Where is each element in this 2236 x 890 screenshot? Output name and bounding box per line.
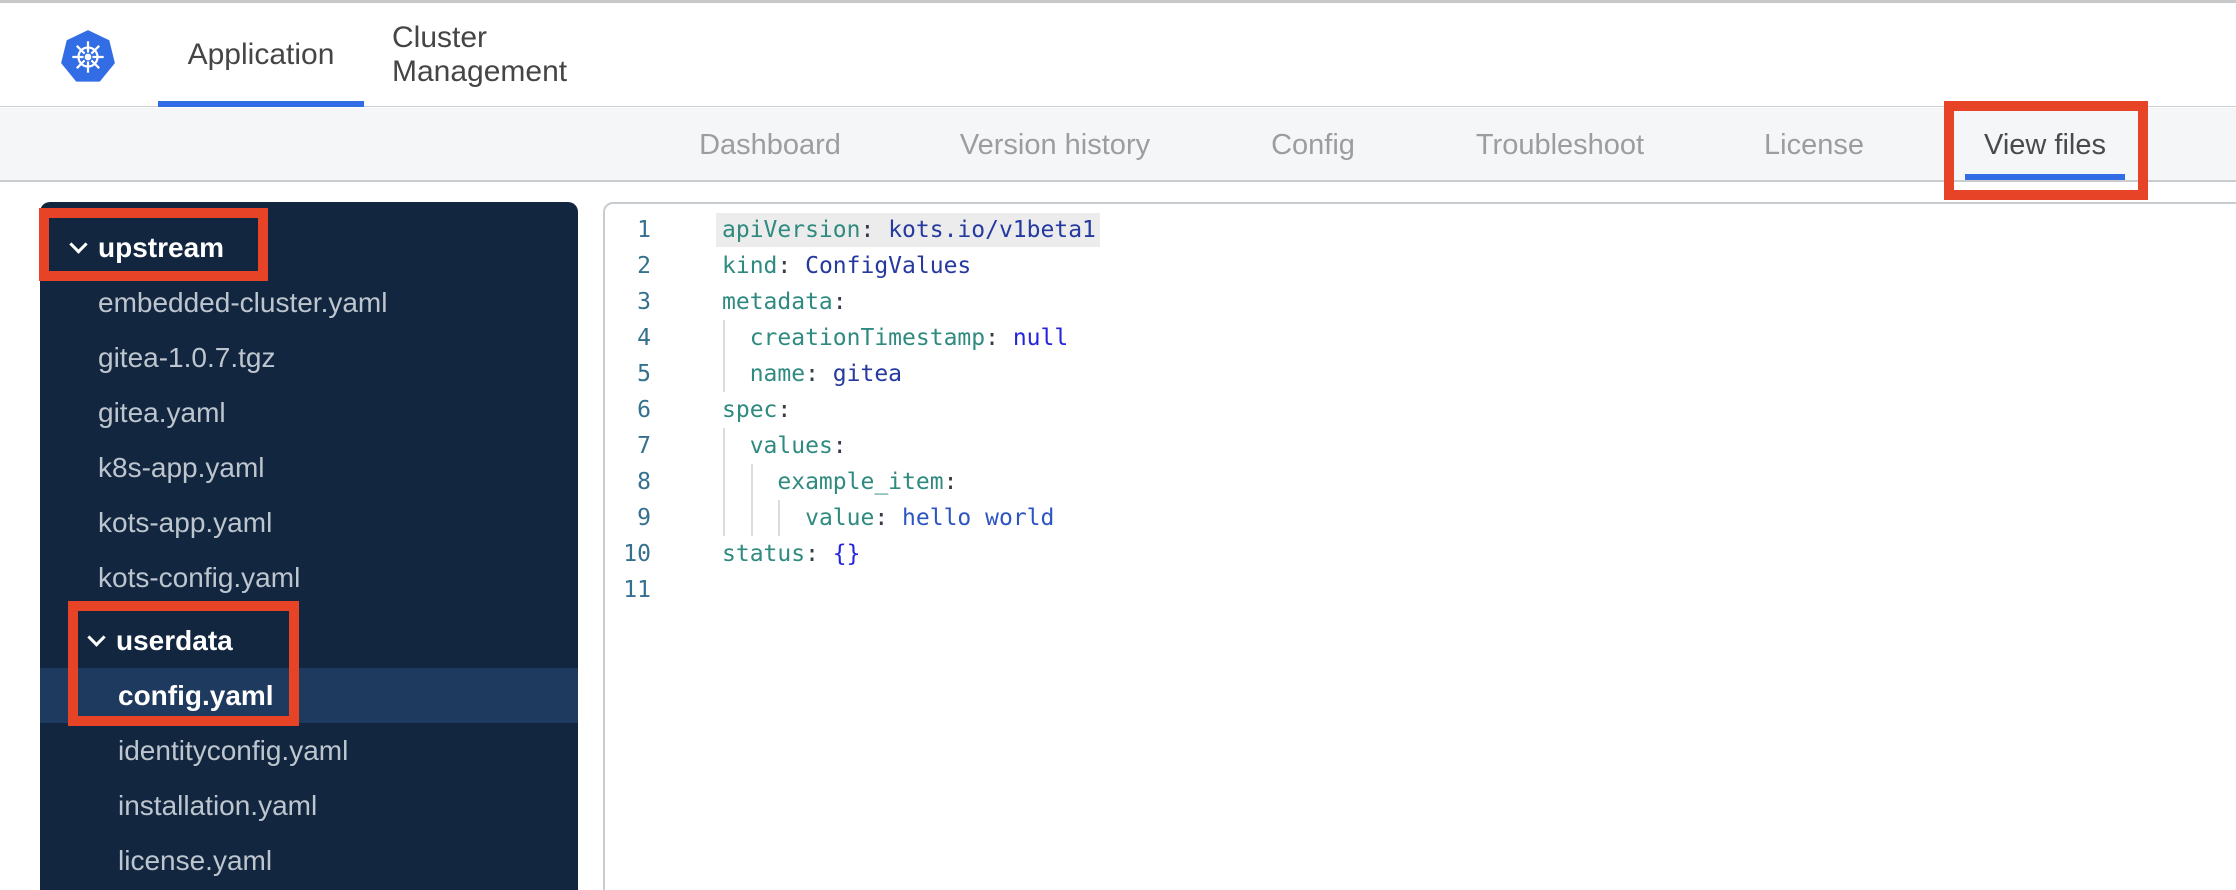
tree-file-installation-yaml[interactable]: installation.yaml bbox=[40, 778, 578, 833]
tree-file-gitea-yaml[interactable]: gitea.yaml bbox=[40, 385, 578, 440]
tree-file-kots-app-yaml[interactable]: kots-app.yaml bbox=[40, 495, 578, 550]
tree-item-label: kots-config.yaml bbox=[98, 561, 301, 593]
code-token: spec bbox=[722, 397, 778, 423]
chevron-down-icon bbox=[87, 628, 106, 647]
tree-item-label: gitea.yaml bbox=[98, 396, 226, 428]
tree-item-label: kots-app.yaml bbox=[98, 506, 273, 538]
code-token: : bbox=[874, 505, 903, 531]
code-line: metadata: bbox=[722, 284, 847, 320]
line-number: 8 bbox=[637, 469, 651, 495]
tree-item-label: k8s-app.yaml bbox=[98, 451, 265, 483]
tree-item-label: embedded-cluster.yaml bbox=[98, 286, 388, 318]
code-line: kind: ConfigValues bbox=[722, 248, 971, 284]
code-line: status: {} bbox=[722, 536, 861, 572]
tab-cluster-management-label: Cluster Management bbox=[392, 21, 568, 88]
line-number: 10 bbox=[623, 541, 651, 567]
code-token: {} bbox=[832, 541, 861, 567]
tree-item-label: userdata bbox=[116, 624, 233, 656]
line-number: 11 bbox=[623, 577, 651, 603]
code-line: values: bbox=[722, 428, 847, 464]
code-token: apiVersion bbox=[722, 217, 861, 243]
line-number: 2 bbox=[637, 253, 651, 279]
code-token: : bbox=[860, 217, 889, 243]
code-token: value bbox=[805, 505, 875, 531]
tree-item-label: identityconfig.yaml bbox=[118, 734, 349, 766]
line-number: 7 bbox=[637, 433, 651, 459]
code-token: : bbox=[777, 397, 792, 423]
code-line: apiVersion: kots.io/v1beta1 bbox=[722, 212, 1096, 248]
code-token: kind bbox=[722, 253, 778, 279]
tree-item-label: upstream bbox=[98, 231, 225, 263]
tree-file-config-yaml[interactable]: config.yaml bbox=[40, 668, 578, 723]
tree-file-embedded-cluster-yaml[interactable]: embedded-cluster.yaml bbox=[40, 275, 578, 330]
subnav-tab-config[interactable]: Config bbox=[1271, 108, 1355, 182]
code-token: : bbox=[985, 325, 1013, 351]
kots-admin-console: Application Cluster Management Dashboard… bbox=[0, 0, 2236, 890]
application-subnav: Dashboard Version history Config Trouble… bbox=[0, 108, 2236, 182]
subnav-tab-version-history[interactable]: Version history bbox=[960, 108, 1150, 182]
code-token: values bbox=[749, 433, 833, 459]
code-token: : bbox=[832, 289, 847, 315]
code-token: kots.io/v1beta1 bbox=[888, 217, 1096, 243]
tree-file-kots-config-yaml[interactable]: kots-config.yaml bbox=[40, 550, 578, 605]
chevron-down-icon bbox=[69, 235, 88, 254]
code-token: : bbox=[943, 469, 958, 495]
code-token: creationTimestamp bbox=[749, 325, 986, 351]
code-token: hello world bbox=[902, 505, 1055, 531]
tree-item-label: license.yaml bbox=[118, 844, 273, 876]
subnav-tab-troubleshoot[interactable]: Troubleshoot bbox=[1476, 108, 1644, 182]
code-line: spec: bbox=[722, 392, 791, 428]
tree-item-label: config.yaml bbox=[118, 679, 274, 711]
code-token: metadata bbox=[722, 289, 833, 315]
tree-folder-upstream[interactable]: upstream bbox=[40, 220, 578, 275]
tree-item-label: installation.yaml bbox=[118, 789, 318, 821]
line-number: 6 bbox=[637, 397, 651, 423]
code-line: value: hello world bbox=[722, 500, 1054, 536]
tree-item-label: gitea-1.0.7.tgz bbox=[98, 341, 276, 373]
line-number: 9 bbox=[637, 505, 651, 531]
tab-application[interactable]: Application bbox=[158, 3, 364, 107]
code-line: example_item: bbox=[722, 464, 957, 500]
tab-application-label: Application bbox=[187, 38, 335, 71]
code-line: name: gitea bbox=[722, 356, 902, 392]
line-number: 4 bbox=[637, 325, 651, 351]
subnav-tab-dashboard[interactable]: Dashboard bbox=[699, 108, 841, 182]
subnav-tab-view-files[interactable]: View files bbox=[1965, 108, 2125, 182]
code-token: : bbox=[805, 361, 833, 387]
code-token: : bbox=[777, 253, 806, 279]
code-editor[interactable]: 1 apiVersion: kots.io/v1beta1 2 kind: Confi… bbox=[603, 202, 2236, 890]
code-token: : bbox=[805, 541, 833, 567]
active-subnav-underline bbox=[1965, 174, 2125, 180]
line-number: 3 bbox=[637, 289, 651, 315]
tree-file-identityconfig-yaml[interactable]: identityconfig.yaml bbox=[40, 723, 578, 778]
tree-file-k8s-app-yaml[interactable]: k8s-app.yaml bbox=[40, 440, 578, 495]
code-token: gitea bbox=[832, 361, 903, 387]
tab-cluster-management[interactable]: Cluster Management bbox=[392, 3, 664, 107]
app-header: Application Cluster Management bbox=[0, 3, 2236, 107]
kubernetes-logo-icon bbox=[60, 29, 116, 85]
tree-file-gitea-1-0-7-tgz[interactable]: gitea-1.0.7.tgz bbox=[40, 330, 578, 385]
code-token: ConfigValues bbox=[805, 253, 972, 279]
line-number: 5 bbox=[637, 361, 651, 387]
code-token: example_item bbox=[777, 469, 944, 495]
tree-file-license-yaml[interactable]: license.yaml bbox=[40, 833, 578, 888]
file-tree-sidebar: upstream embedded-cluster.yaml gitea-1.0.7… bbox=[40, 202, 578, 890]
subnav-tab-license[interactable]: License bbox=[1764, 108, 1864, 182]
code-line: creationTimestamp: null bbox=[722, 320, 1069, 356]
code-token: status bbox=[722, 541, 806, 567]
tree-folder-userdata[interactable]: userdata bbox=[40, 613, 578, 668]
code-token: null bbox=[1012, 325, 1069, 351]
line-number: 1 bbox=[637, 217, 651, 243]
code-token: : bbox=[832, 433, 847, 459]
code-token: name bbox=[749, 361, 806, 387]
active-tab-underline bbox=[158, 101, 364, 107]
